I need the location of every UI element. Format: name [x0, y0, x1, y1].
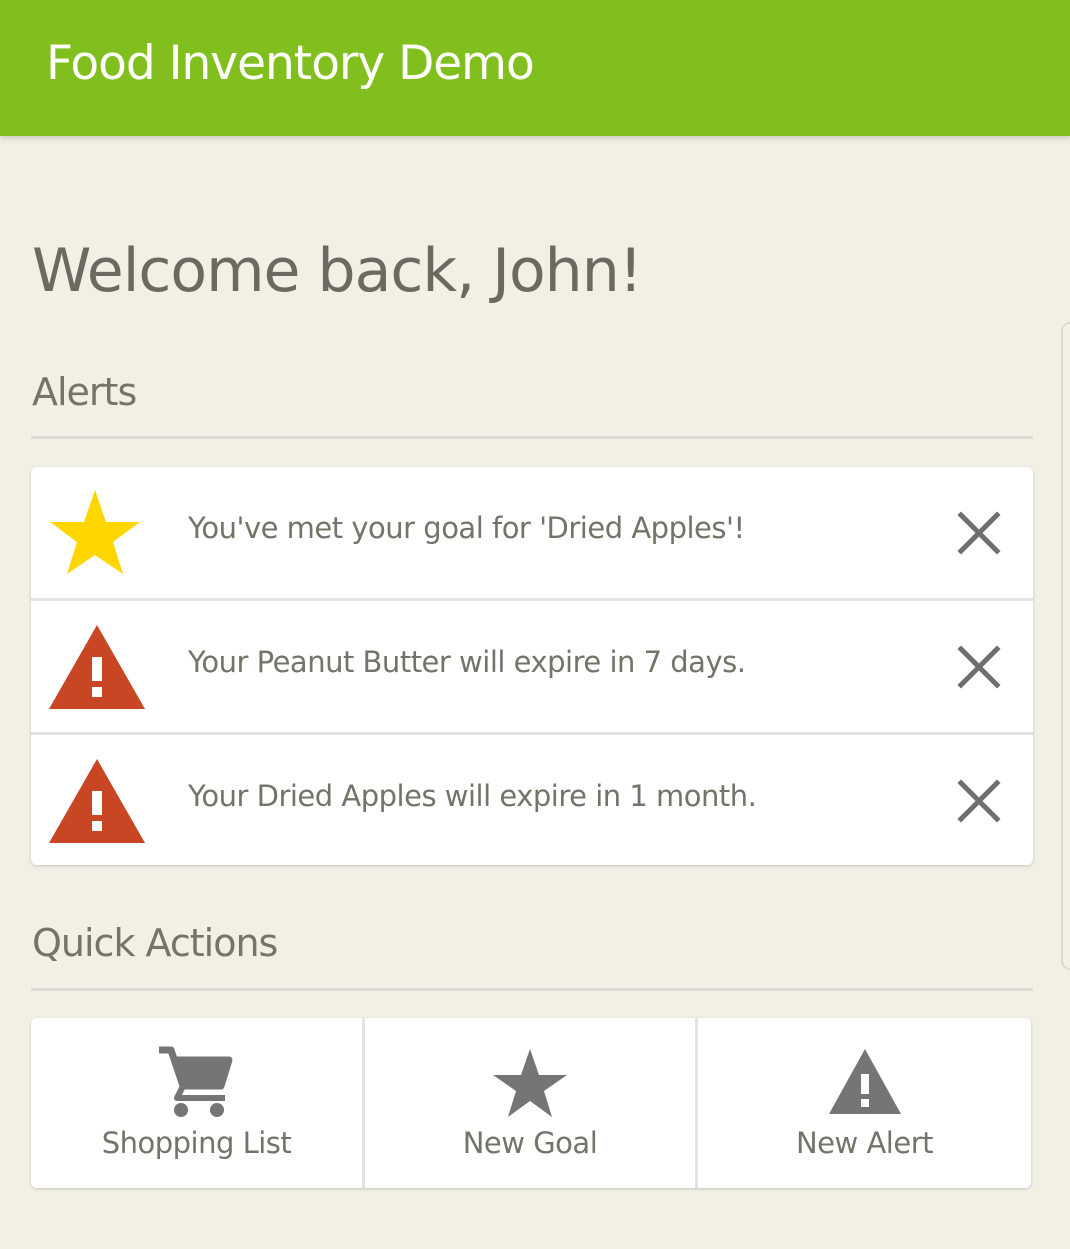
close-icon[interactable] [953, 775, 1005, 827]
new-goal-label: New Goal [462, 1126, 598, 1160]
close-icon[interactable] [953, 641, 1005, 693]
alert-message: Your Peanut Butter will expire in 7 days… [188, 645, 746, 679]
app-title: Food Inventory Demo [46, 36, 535, 91]
star-icon [493, 1049, 567, 1117]
shopping-list-button[interactable]: Shopping List [31, 1018, 362, 1188]
quick-actions-section-divider [31, 988, 1033, 991]
warning-icon [49, 625, 145, 709]
warning-icon [829, 1049, 901, 1114]
alert-item-goal-met: You've met your goal for 'Dried Apples'! [31, 467, 1033, 598]
new-alert-label: New Alert [795, 1126, 934, 1160]
close-icon[interactable] [953, 507, 1005, 559]
shopping-list-label: Shopping List [101, 1126, 292, 1160]
alert-message: You've met your goal for 'Dried Apples'! [188, 511, 745, 545]
new-goal-button[interactable]: New Goal [365, 1018, 695, 1188]
alert-message: Your Dried Apples will expire in 1 month… [188, 779, 757, 813]
app-bar: Food Inventory Demo [0, 0, 1070, 136]
new-alert-button[interactable]: New Alert [698, 1018, 1031, 1188]
alerts-section-title: Alerts [32, 370, 137, 414]
shopping-cart-icon [159, 1046, 233, 1117]
star-icon [50, 490, 140, 574]
alerts-list: You've met your goal for 'Dried Apples'!… [31, 467, 1033, 865]
alert-item-dried-apples: Your Dried Apples will expire in 1 month… [31, 735, 1033, 865]
alert-item-peanut-butter: Your Peanut Butter will expire in 7 days… [31, 601, 1033, 732]
alerts-section-divider [31, 436, 1033, 439]
edge-scroll-handle[interactable] [1061, 322, 1070, 970]
warning-icon [49, 759, 145, 843]
welcome-heading: Welcome back, John! [32, 236, 643, 306]
quick-actions-grid: Shopping List New Goal New Alert [31, 1018, 1031, 1188]
quick-actions-section-title: Quick Actions [32, 921, 278, 965]
